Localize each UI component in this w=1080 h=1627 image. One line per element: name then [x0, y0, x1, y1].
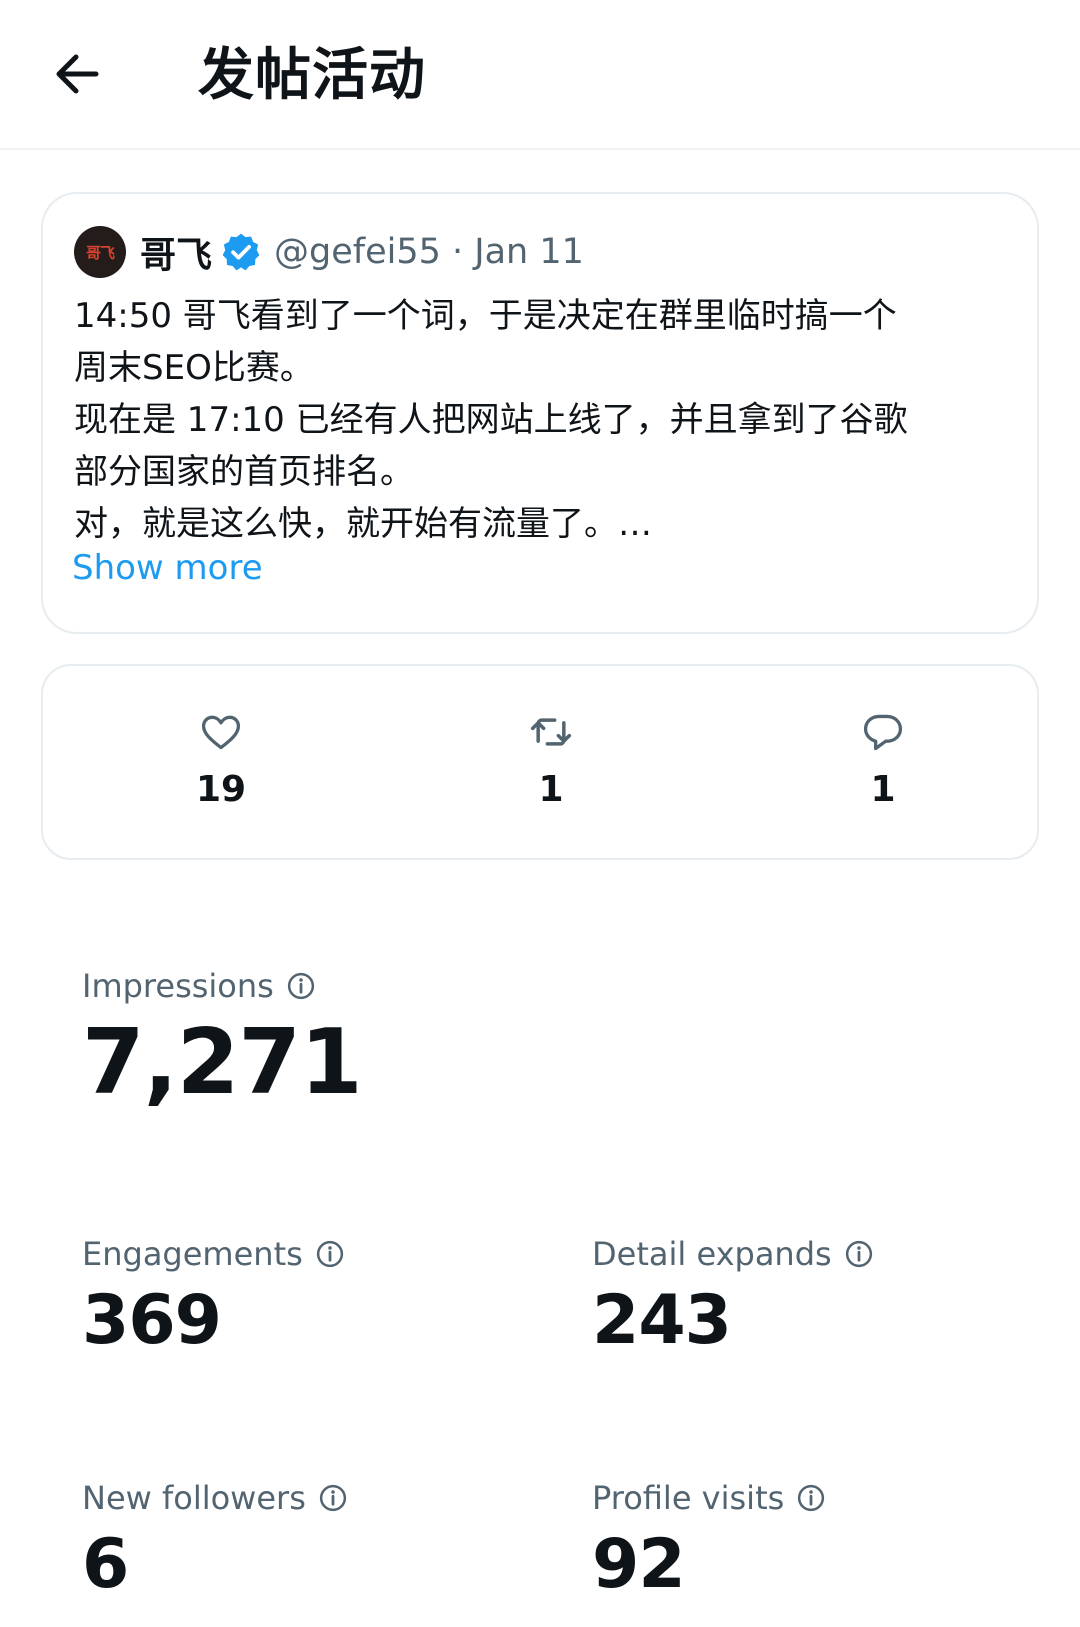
like-count-value: 19	[195, 769, 247, 810]
metric-label-row: Detail expands	[592, 1232, 874, 1276]
reply-count[interactable]: 1	[813, 710, 953, 812]
tweet-text-line: 14:50 哥飞看到了一个词，于是决定在群里临时搞一个	[74, 296, 897, 336]
info-circle-icon[interactable]	[796, 1483, 826, 1513]
metric-value: 369	[82, 1281, 222, 1360]
engagement-counts-card: 19 1 1	[41, 664, 1039, 860]
reply-bubble-icon	[863, 714, 903, 751]
metric-profile-visits: Profile visits 92	[592, 1476, 826, 1608]
metric-value: 92	[592, 1525, 686, 1604]
metric-detail-expands: Detail expands 243	[592, 1232, 874, 1364]
like-count[interactable]: 19	[151, 710, 291, 812]
tweet-text-line: 对，就是这么快，就开始有流量了。…	[74, 504, 652, 544]
back-button[interactable]	[52, 46, 102, 102]
repost-icon	[530, 718, 572, 746]
show-more-link[interactable]: Show more	[72, 544, 263, 592]
metric-label-row: New followers	[82, 1476, 348, 1520]
metric-label-row: Impressions	[82, 964, 362, 1008]
arrow-left-icon	[56, 54, 99, 94]
author-handle-date[interactable]: @gefei55 · Jan 11	[274, 232, 584, 272]
metric-label: Engagements	[82, 1235, 303, 1273]
tweet-header: 哥飞 哥飞 @gefei55 · Jan 11	[74, 226, 584, 278]
repost-count-value: 1	[538, 769, 564, 810]
author-name[interactable]: 哥飞	[140, 226, 212, 278]
tweet-text-line: 现在是 17:10 已经有人把网站上线了，并且拿到了谷歌	[74, 400, 908, 440]
metric-label-row: Engagements	[82, 1232, 345, 1276]
info-circle-icon[interactable]	[286, 971, 316, 1001]
metric-value: 243	[592, 1281, 732, 1360]
avatar[interactable]: 哥飞	[74, 226, 126, 278]
info-circle-icon[interactable]	[844, 1239, 874, 1269]
reply-count-value: 1	[870, 769, 896, 810]
page-title: 发帖活动	[198, 43, 426, 108]
info-circle-icon[interactable]	[315, 1239, 345, 1269]
metric-label: Detail expands	[592, 1235, 832, 1273]
top-bar: 发帖活动	[0, 0, 1080, 150]
metric-label-row: Profile visits	[592, 1476, 826, 1520]
info-circle-icon[interactable]	[318, 1483, 348, 1513]
metric-value: 6	[82, 1525, 129, 1604]
tweet-text: 14:50 哥飞看到了一个词，于是决定在群里临时搞一个 周末SEO比赛。 现在是…	[74, 290, 1024, 550]
metric-label: Impressions	[82, 967, 274, 1005]
tweet-text-line: 周末SEO比赛。	[74, 348, 314, 388]
heart-icon	[201, 715, 241, 750]
repost-count[interactable]: 1	[481, 710, 621, 812]
metric-impressions: Impressions 7,271	[82, 964, 363, 1118]
metric-label: New followers	[82, 1479, 306, 1517]
verified-badge-icon	[222, 233, 260, 271]
metric-label: Profile visits	[592, 1479, 785, 1517]
tweet-text-line: 部分国家的首页排名。	[74, 452, 414, 492]
metric-new-followers: New followers 6	[82, 1476, 348, 1608]
metric-value: 7,271	[82, 1010, 363, 1115]
metric-engagements: Engagements 369	[82, 1232, 345, 1364]
